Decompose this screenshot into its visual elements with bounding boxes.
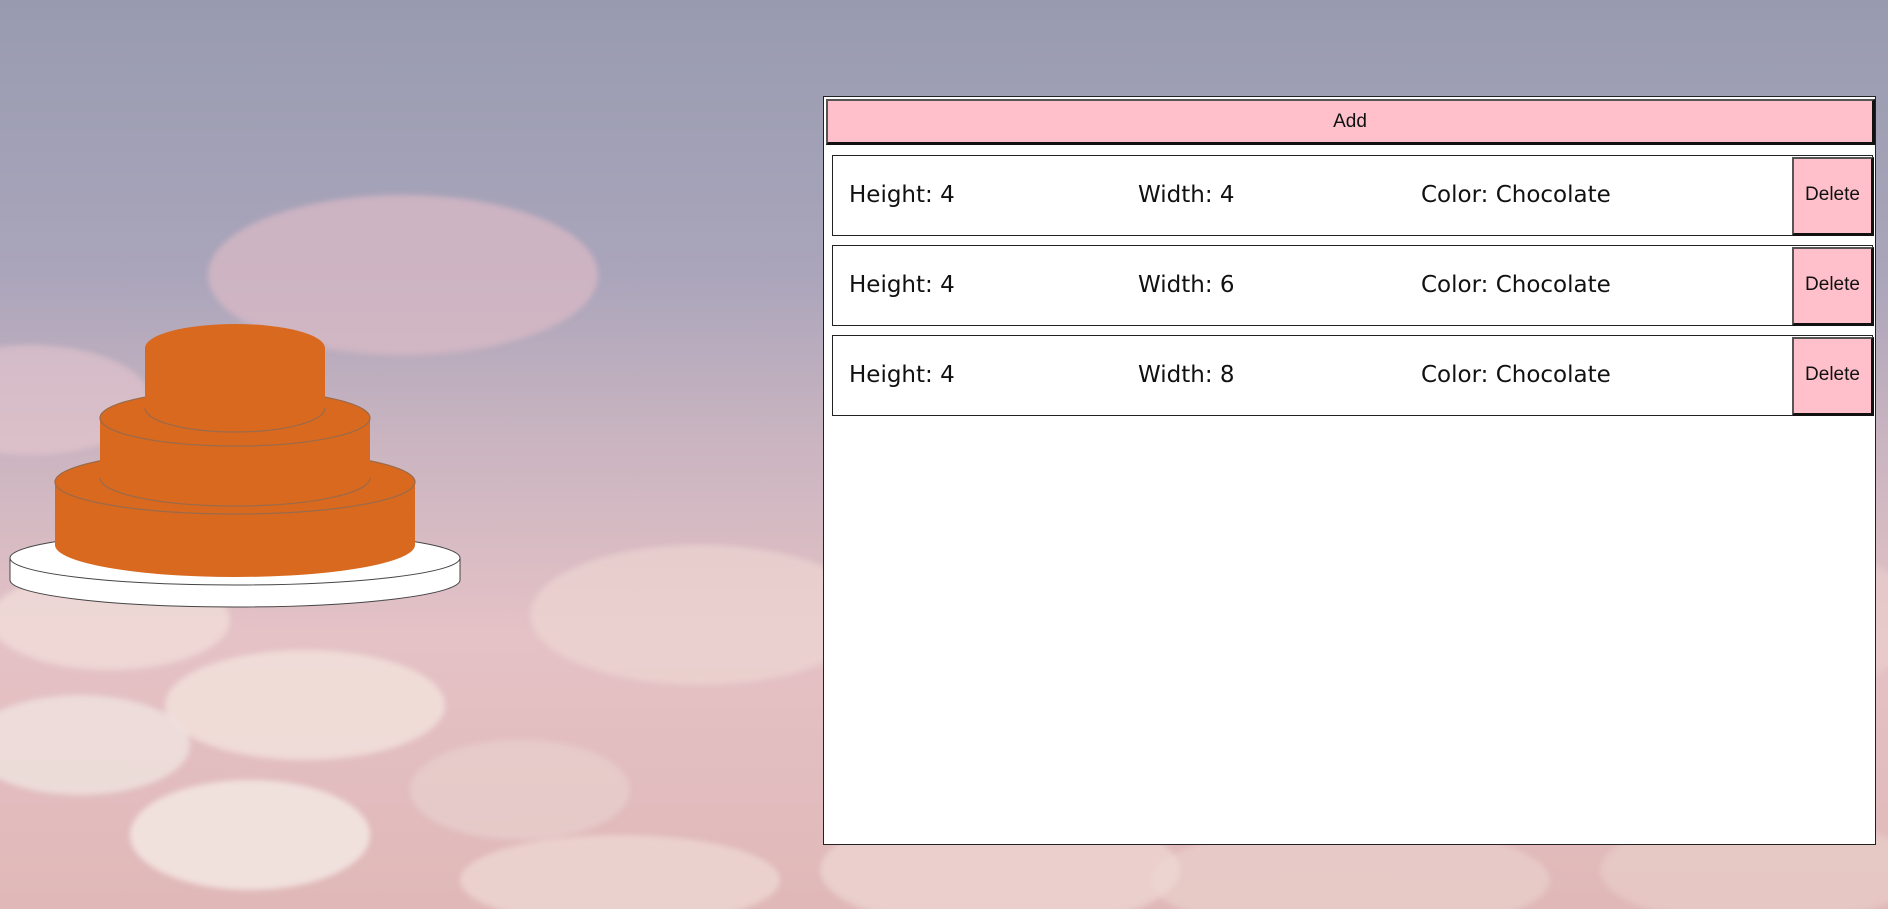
tier-width: Width: 8 [1138,362,1235,388]
tier-row: Height: 4 Width: 6 Color: Chocolate Dele… [832,245,1874,326]
tier-color: Color: Chocolate [1421,182,1611,208]
cake-tier-top [144,324,326,433]
tier-height: Height: 4 [849,272,955,298]
add-tier-button[interactable]: Add [826,99,1875,145]
delete-tier-button[interactable]: Delete [1792,337,1874,416]
tier-width: Width: 6 [1138,272,1235,298]
tier-height: Height: 4 [849,362,955,388]
cake-preview [9,324,461,608]
tier-editor-panel: Add Height: 4 Width: 4 Color: Chocolate … [823,96,1876,845]
tier-list: Height: 4 Width: 4 Color: Chocolate Dele… [832,155,1874,425]
tier-row: Height: 4 Width: 8 Color: Chocolate Dele… [832,335,1874,416]
tier-row: Height: 4 Width: 4 Color: Chocolate Dele… [832,155,1874,236]
tier-width: Width: 4 [1138,182,1235,208]
delete-tier-button[interactable]: Delete [1792,157,1874,236]
tier-color: Color: Chocolate [1421,362,1611,388]
tier-height: Height: 4 [849,182,955,208]
tier-color: Color: Chocolate [1421,272,1611,298]
delete-tier-button[interactable]: Delete [1792,247,1874,326]
